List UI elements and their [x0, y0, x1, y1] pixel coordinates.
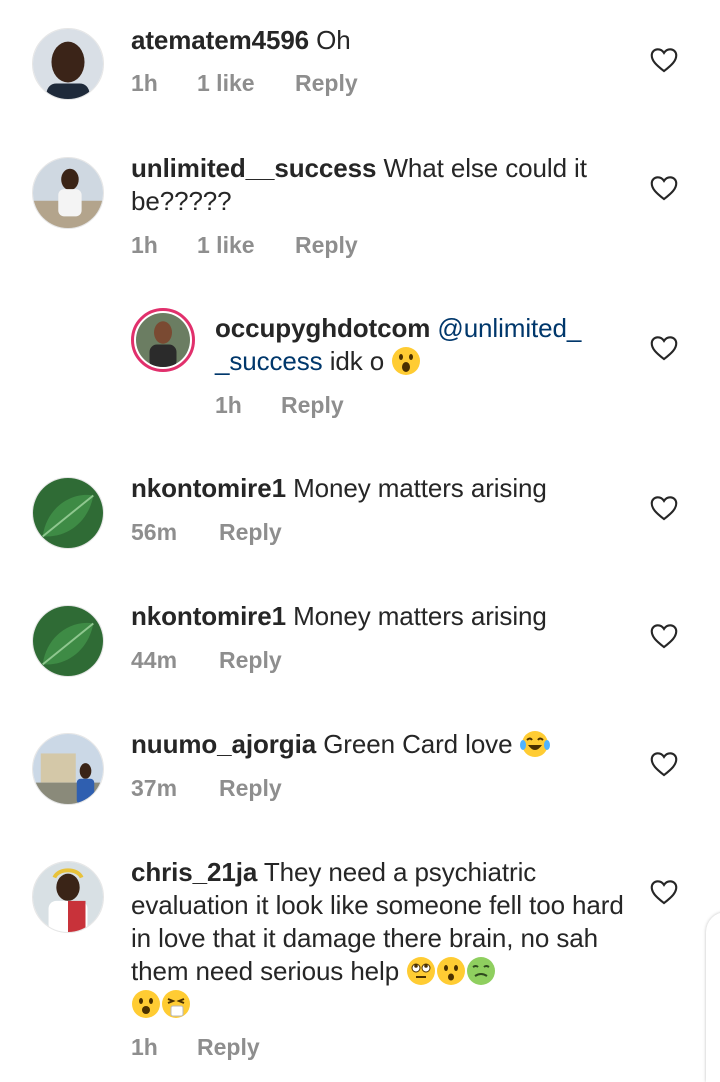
comment-time: 1h — [131, 70, 158, 96]
heart-outline-icon[interactable] — [650, 623, 678, 649]
reply-button[interactable]: Reply — [219, 647, 282, 674]
avatar[interactable] — [32, 157, 104, 229]
comment-like-count[interactable]: 1 like — [197, 232, 295, 259]
comment-time: 44m — [131, 647, 178, 673]
comment-text: Oh — [316, 25, 351, 55]
comment-text: Green Card love — [323, 729, 513, 759]
heart-outline-icon[interactable] — [650, 175, 678, 201]
comment-username[interactable]: nuumo_ajorgia — [131, 729, 316, 759]
heart-outline-icon[interactable] — [650, 495, 678, 521]
avatar[interactable] — [32, 861, 104, 933]
avatar[interactable] — [131, 308, 195, 372]
comment-username[interactable]: nkontomire1 — [131, 473, 286, 503]
comment-username[interactable]: nkontomire1 — [131, 601, 286, 631]
comment-username[interactable]: chris_21ja — [131, 857, 257, 887]
comment-username[interactable]: atematem4596 — [131, 25, 309, 55]
reply-button[interactable]: Reply — [219, 775, 282, 802]
overlay-card-edge — [706, 912, 720, 1082]
avatar[interactable] — [32, 28, 104, 100]
reply-button[interactable]: Reply — [295, 232, 358, 259]
sneezing-face-emoji — [161, 989, 191, 1019]
nauseated-face-emoji — [466, 956, 496, 986]
rolling-eyes-emoji — [406, 956, 436, 986]
comment-time: 37m — [131, 775, 178, 801]
avatar[interactable] — [32, 605, 104, 677]
astonished-face-emoji — [391, 346, 421, 376]
comment-time: 56m — [131, 519, 178, 545]
comment-time: 1h — [215, 392, 242, 418]
comment-text: idk o — [329, 346, 385, 376]
heart-outline-icon[interactable] — [650, 879, 678, 905]
reply-button[interactable]: Reply — [281, 392, 344, 419]
avatar[interactable] — [32, 733, 104, 805]
comment-username[interactable]: unlimited__success — [131, 153, 376, 183]
reply-button[interactable]: Reply — [295, 70, 358, 97]
comment-time: 1h — [131, 1034, 158, 1060]
avatar[interactable] — [32, 477, 104, 549]
tears-of-joy-emoji — [519, 729, 550, 759]
hushed-face-emoji — [436, 956, 466, 986]
comment-like-count[interactable]: 1 like — [197, 70, 295, 97]
reply-button[interactable]: Reply — [197, 1034, 260, 1061]
heart-outline-icon[interactable] — [650, 751, 678, 777]
comment-text: Money matters arising — [293, 601, 547, 631]
comment-time: 1h — [131, 232, 158, 258]
heart-outline-icon[interactable] — [650, 47, 678, 73]
comment-username[interactable]: occupyghdotcom — [215, 313, 430, 343]
frowning-open-mouth-emoji — [131, 989, 161, 1019]
comment-text: Money matters arising — [293, 473, 547, 503]
heart-outline-icon[interactable] — [650, 335, 678, 361]
reply-button[interactable]: Reply — [219, 519, 282, 546]
